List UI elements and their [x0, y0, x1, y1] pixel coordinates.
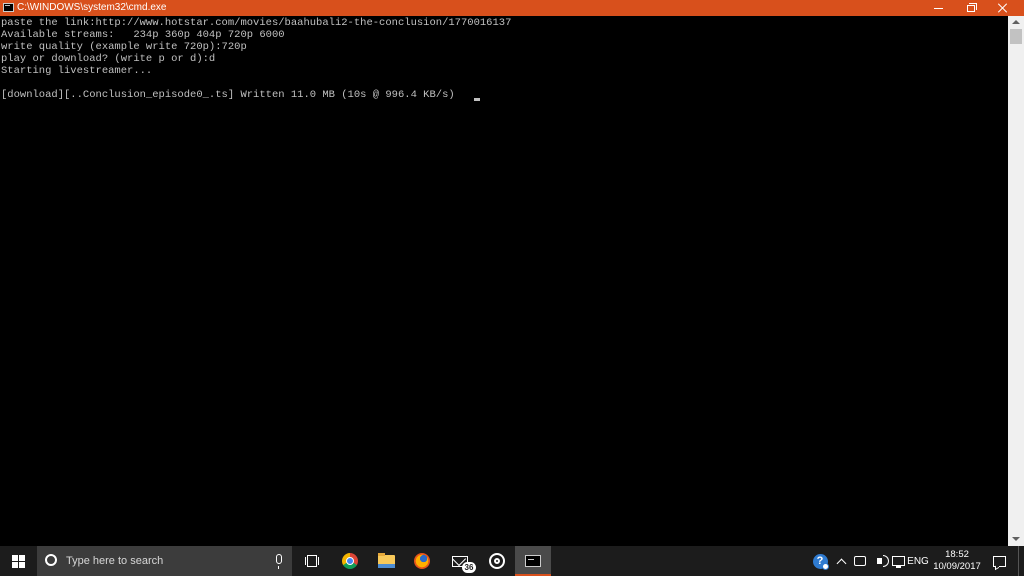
clock-date: 10/09/2017 [933, 561, 981, 572]
touch-keyboard-icon [854, 556, 866, 566]
restore-icon [966, 2, 977, 12]
volume-button[interactable] [870, 546, 889, 576]
show-hidden-icons-button[interactable] [834, 546, 848, 576]
taskbar-app-cmd[interactable] [515, 546, 551, 576]
clock-button[interactable]: 18:52 10/09/2017 [930, 546, 984, 576]
vertical-scrollbar[interactable] [1008, 16, 1024, 546]
action-center-button[interactable] [984, 546, 1014, 576]
chrome-icon [342, 553, 358, 569]
network-button[interactable] [889, 546, 907, 576]
search-icon [45, 554, 57, 566]
scroll-up-arrow-icon[interactable] [1012, 20, 1020, 24]
network-icon [891, 556, 905, 568]
cmd-app-icon[interactable] [3, 3, 14, 12]
taskbar-app-chrome[interactable] [332, 546, 368, 576]
windows-start-icon [11, 554, 25, 568]
window-titlebar[interactable]: C:\WINDOWS\system32\cmd.exe [0, 0, 1024, 16]
scroll-thumb[interactable] [1010, 29, 1022, 44]
file-explorer-icon [377, 552, 395, 568]
minimize-icon [934, 7, 943, 9]
taskbar-app-firefox[interactable] [404, 546, 440, 576]
task-view-icon [305, 555, 319, 567]
close-button[interactable] [987, 0, 1018, 16]
input-language-button[interactable]: ENG [906, 546, 930, 576]
close-icon [998, 3, 1008, 13]
clock-time: 18:52 [945, 549, 969, 560]
restore-button[interactable] [955, 0, 986, 16]
notification-icon [992, 555, 1006, 567]
console-text: paste the link:http://www.hotstar.com/mo… [1, 17, 512, 101]
chevron-up-icon [836, 558, 846, 568]
firefox-icon [414, 553, 430, 569]
show-desktop-button[interactable] [1018, 546, 1024, 576]
search-placeholder: Type here to search [66, 555, 164, 567]
text-cursor [474, 98, 480, 101]
taskbar: Type here to search 36 ? ENG 18:52 10/09… [0, 546, 1024, 576]
volume-icon [876, 555, 889, 567]
console-output-area[interactable]: paste the link:http://www.hotstar.com/mo… [0, 16, 1008, 546]
help-icon: ? [812, 553, 829, 570]
taskbar-app-groove-music[interactable] [479, 546, 515, 576]
microphone-icon[interactable] [276, 554, 282, 569]
mail-unread-badge: 36 [462, 562, 476, 573]
cmd-icon [525, 555, 541, 567]
start-button[interactable] [0, 546, 36, 576]
groove-music-icon [489, 553, 505, 569]
window-title: C:\WINDOWS\system32\cmd.exe [17, 2, 167, 13]
scroll-down-arrow-icon[interactable] [1012, 537, 1020, 541]
taskbar-search-box[interactable]: Type here to search [37, 546, 292, 576]
taskbar-app-file-explorer[interactable] [368, 546, 404, 576]
minimize-button[interactable] [923, 0, 954, 16]
tray-help[interactable]: ? [808, 546, 832, 576]
task-view-button[interactable] [297, 546, 327, 576]
touch-keyboard-button[interactable] [851, 546, 869, 576]
taskbar-app-mail[interactable]: 36 [442, 546, 478, 576]
